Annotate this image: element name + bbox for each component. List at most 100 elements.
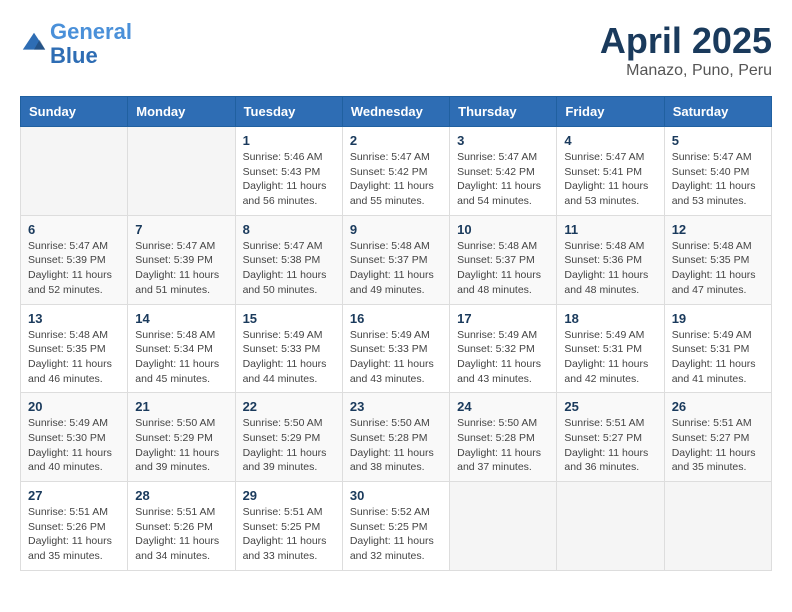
day-info: Sunrise: 5:50 AMSunset: 5:28 PMDaylight:…: [457, 416, 549, 475]
calendar-title: April 2025: [600, 20, 772, 62]
week-row-5: 27Sunrise: 5:51 AMSunset: 5:26 PMDayligh…: [21, 482, 772, 571]
day-cell: 2 Sunrise: 5:47 AMSunset: 5:42 PMDaylight…: [342, 127, 449, 216]
day-cell: 9 Sunrise: 5:48 AMSunset: 5:37 PMDaylight…: [342, 215, 449, 304]
day-cell: 13 Sunrise: 5:48 AMSunset: 5:35 PMDayligh…: [21, 304, 128, 393]
day-cell: [128, 127, 235, 216]
day-cell: 11 Sunrise: 5:48 AMSunset: 5:36 PMDayligh…: [557, 215, 664, 304]
logo-icon: [20, 30, 48, 58]
day-info: Sunrise: 5:46 AMSunset: 5:43 PMDaylight:…: [243, 150, 335, 209]
day-cell: 15 Sunrise: 5:49 AMSunset: 5:33 PMDayligh…: [235, 304, 342, 393]
header-row: SundayMondayTuesdayWednesdayThursdayFrid…: [21, 97, 772, 127]
title-block: April 2025 Manazo, Puno, Peru: [600, 20, 772, 80]
day-cell: 28 Sunrise: 5:51 AMSunset: 5:26 PMDayligh…: [128, 482, 235, 571]
day-cell: 18Sunrise: 5:49 AMSunset: 5:31 PMDayligh…: [557, 304, 664, 393]
day-cell: 24Sunrise: 5:50 AMSunset: 5:28 PMDayligh…: [450, 393, 557, 482]
logo-text: General Blue: [50, 20, 132, 68]
day-info: Sunrise: 5:49 AMSunset: 5:33 PMDaylight:…: [243, 328, 335, 387]
day-info: Sunrise: 5:48 AMSunset: 5:34 PMDaylight:…: [135, 328, 227, 387]
day-number: 12: [672, 222, 764, 237]
day-info: Sunrise: 5:49 AMSunset: 5:31 PMDaylight:…: [672, 328, 764, 387]
day-cell: 4Sunrise: 5:47 AMSunset: 5:41 PMDaylight…: [557, 127, 664, 216]
day-info: Sunrise: 5:48 AMSunset: 5:35 PMDaylight:…: [28, 328, 120, 387]
day-info: Sunrise: 5:48 AMSunset: 5:36 PMDaylight:…: [564, 239, 656, 298]
day-info: Sunrise: 5:47 AMSunset: 5:42 PMDaylight:…: [457, 150, 549, 209]
header-cell-thursday: Thursday: [450, 97, 557, 127]
page-header: General Blue April 2025 Manazo, Puno, Pe…: [20, 20, 772, 80]
day-info: Sunrise: 5:51 AMSunset: 5:27 PMDaylight:…: [672, 416, 764, 475]
day-cell: 26 Sunrise: 5:51 AMSunset: 5:27 PMDayligh…: [664, 393, 771, 482]
day-info: Sunrise: 5:50 AMSunset: 5:28 PMDaylight:…: [350, 416, 442, 475]
day-number: 26: [672, 399, 764, 414]
day-number: 7: [135, 222, 227, 237]
day-number: 2: [350, 133, 442, 148]
day-cell: 19 Sunrise: 5:49 AMSunset: 5:31 PMDayligh…: [664, 304, 771, 393]
day-number: 3: [457, 133, 549, 148]
day-info: Sunrise: 5:50 AMSunset: 5:29 PMDaylight:…: [243, 416, 335, 475]
day-number: 25: [564, 399, 656, 414]
day-info: Sunrise: 5:47 AMSunset: 5:42 PMDaylight:…: [350, 150, 442, 209]
day-cell: [450, 482, 557, 571]
day-number: 23: [350, 399, 442, 414]
day-number: 14: [135, 311, 227, 326]
day-number: 11: [564, 222, 656, 237]
day-info: Sunrise: 5:50 AMSunset: 5:29 PMDaylight:…: [135, 416, 227, 475]
day-info: Sunrise: 5:48 AMSunset: 5:37 PMDaylight:…: [350, 239, 442, 298]
day-cell: [664, 482, 771, 571]
day-info: Sunrise: 5:47 AMSunset: 5:40 PMDaylight:…: [672, 150, 764, 209]
day-info: Sunrise: 5:48 AMSunset: 5:35 PMDaylight:…: [672, 239, 764, 298]
day-info: Sunrise: 5:51 AMSunset: 5:26 PMDaylight:…: [28, 505, 120, 564]
day-cell: 7 Sunrise: 5:47 AMSunset: 5:39 PMDaylight…: [128, 215, 235, 304]
calendar-body: 1Sunrise: 5:46 AMSunset: 5:43 PMDaylight…: [21, 127, 772, 571]
day-info: Sunrise: 5:51 AMSunset: 5:27 PMDaylight:…: [564, 416, 656, 475]
day-number: 13: [28, 311, 120, 326]
day-number: 6: [28, 222, 120, 237]
header-cell-sunday: Sunday: [21, 97, 128, 127]
day-number: 30: [350, 488, 442, 503]
day-info: Sunrise: 5:52 AMSunset: 5:25 PMDaylight:…: [350, 505, 442, 564]
logo: General Blue: [20, 20, 132, 68]
day-cell: 30 Sunrise: 5:52 AMSunset: 5:25 PMDayligh…: [342, 482, 449, 571]
day-number: 4: [564, 133, 656, 148]
day-number: 16: [350, 311, 442, 326]
day-cell: 22Sunrise: 5:50 AMSunset: 5:29 PMDayligh…: [235, 393, 342, 482]
day-cell: 5 Sunrise: 5:47 AMSunset: 5:40 PMDaylight…: [664, 127, 771, 216]
calendar-table: SundayMondayTuesdayWednesdayThursdayFrid…: [20, 96, 772, 571]
day-info: Sunrise: 5:49 AMSunset: 5:33 PMDaylight:…: [350, 328, 442, 387]
header-cell-tuesday: Tuesday: [235, 97, 342, 127]
day-cell: 20 Sunrise: 5:49 AMSunset: 5:30 PMDayligh…: [21, 393, 128, 482]
header-cell-friday: Friday: [557, 97, 664, 127]
day-number: 28: [135, 488, 227, 503]
day-cell: [21, 127, 128, 216]
day-number: 17: [457, 311, 549, 326]
week-row-3: 13 Sunrise: 5:48 AMSunset: 5:35 PMDayligh…: [21, 304, 772, 393]
header-cell-wednesday: Wednesday: [342, 97, 449, 127]
day-info: Sunrise: 5:47 AMSunset: 5:39 PMDaylight:…: [135, 239, 227, 298]
week-row-4: 20 Sunrise: 5:49 AMSunset: 5:30 PMDayligh…: [21, 393, 772, 482]
week-row-1: 1Sunrise: 5:46 AMSunset: 5:43 PMDaylight…: [21, 127, 772, 216]
day-info: Sunrise: 5:49 AMSunset: 5:31 PMDaylight:…: [564, 328, 656, 387]
day-cell: 14 Sunrise: 5:48 AMSunset: 5:34 PMDayligh…: [128, 304, 235, 393]
day-info: Sunrise: 5:49 AMSunset: 5:30 PMDaylight:…: [28, 416, 120, 475]
day-number: 21: [135, 399, 227, 414]
day-info: Sunrise: 5:49 AMSunset: 5:32 PMDaylight:…: [457, 328, 549, 387]
day-cell: 3 Sunrise: 5:47 AMSunset: 5:42 PMDaylight…: [450, 127, 557, 216]
day-number: 15: [243, 311, 335, 326]
day-cell: 6Sunrise: 5:47 AMSunset: 5:39 PMDaylight…: [21, 215, 128, 304]
day-cell: 21 Sunrise: 5:50 AMSunset: 5:29 PMDayligh…: [128, 393, 235, 482]
header-cell-monday: Monday: [128, 97, 235, 127]
day-number: 5: [672, 133, 764, 148]
day-number: 29: [243, 488, 335, 503]
day-info: Sunrise: 5:48 AMSunset: 5:37 PMDaylight:…: [457, 239, 549, 298]
week-row-2: 6 Sunrise: 5:47 AMSunset: 5:39 PMDaylight…: [21, 215, 772, 304]
day-cell: 8Sunrise: 5:47 AMSunset: 5:38 PMDaylight…: [235, 215, 342, 304]
day-cell: 29Sunrise: 5:51 AMSunset: 5:25 PMDayligh…: [235, 482, 342, 571]
day-cell: 1Sunrise: 5:46 AMSunset: 5:43 PMDaylight…: [235, 127, 342, 216]
day-number: 20: [28, 399, 120, 414]
day-number: 9: [350, 222, 442, 237]
day-number: 19: [672, 311, 764, 326]
calendar-subtitle: Manazo, Puno, Peru: [600, 62, 772, 80]
day-cell: 16 Sunrise: 5:49 AMSunset: 5:33 PMDayligh…: [342, 304, 449, 393]
day-cell: 23 Sunrise: 5:50 AMSunset: 5:28 PMDayligh…: [342, 393, 449, 482]
day-number: 10: [457, 222, 549, 237]
day-info: Sunrise: 5:51 AMSunset: 5:26 PMDaylight:…: [135, 505, 227, 564]
